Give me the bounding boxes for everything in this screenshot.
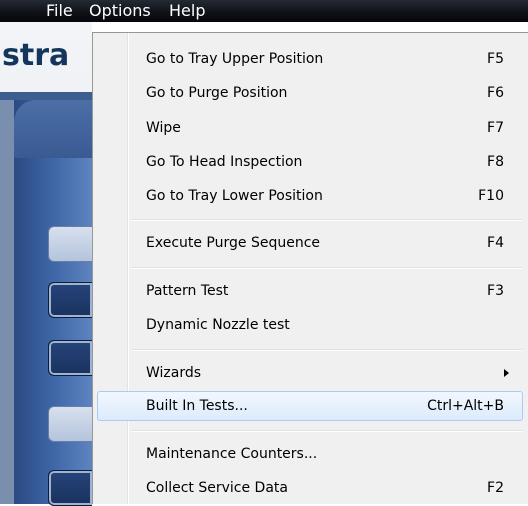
menu-item-shortcut: F5	[487, 51, 504, 67]
menu-item-wizards[interactable]: Wizards	[97, 358, 523, 388]
options-dropdown-menu: Go to Tray Upper Position F5 Go to Purge…	[92, 32, 528, 504]
menu-item-label: Built In Tests...	[146, 398, 248, 414]
menu-item-purge-position[interactable]: Go to Purge Position F6	[97, 78, 523, 108]
menu-item-label: Go To Head Inspection	[146, 154, 303, 170]
menu-item-built-in-tests[interactable]: Built In Tests... Ctrl+Alt+B	[97, 391, 523, 421]
menu-item-shortcut: F2	[487, 480, 504, 496]
menu-item-label: Go to Tray Lower Position	[146, 188, 323, 204]
menu-item-head-inspection[interactable]: Go To Head Inspection F8	[97, 147, 523, 177]
menu-separator	[132, 219, 522, 221]
menu-item-shortcut: Ctrl+Alt+B	[427, 398, 504, 414]
side-button-3[interactable]	[48, 340, 92, 376]
menu-separator	[132, 430, 522, 432]
menu-item-shortcut: F7	[487, 120, 504, 136]
menu-item-pattern-test[interactable]: Pattern Test F3	[97, 276, 523, 306]
menu-options[interactable]: Options	[89, 2, 151, 20]
menu-item-dynamic-nozzle-test[interactable]: Dynamic Nozzle test	[97, 310, 523, 340]
menu-item-execute-purge[interactable]: Execute Purge Sequence F4	[97, 228, 523, 258]
menu-item-shortcut: F6	[487, 85, 504, 101]
menu-help[interactable]: Help	[169, 2, 205, 20]
menu-bar: File Options Help	[0, 0, 528, 22]
menu-item-label: Go to Tray Upper Position	[146, 51, 324, 67]
menu-item-shortcut: F4	[487, 235, 504, 251]
menu-item-shortcut: F10	[478, 188, 504, 204]
menu-item-label: Wipe	[146, 120, 181, 136]
menu-item-label: Collect Service Data	[146, 480, 288, 496]
side-button-2[interactable]	[48, 282, 92, 318]
side-panel-header	[14, 100, 92, 158]
triangle-right-icon	[504, 369, 509, 377]
menu-file[interactable]: File	[46, 2, 73, 20]
side-button-4[interactable]	[48, 406, 92, 442]
menu-item-label: Pattern Test	[146, 283, 229, 299]
menu-item-label: Dynamic Nozzle test	[146, 317, 290, 333]
side-button-5[interactable]	[48, 470, 92, 506]
menu-item-shortcut: F8	[487, 154, 504, 170]
menu-item-label: Go to Purge Position	[146, 85, 288, 101]
menu-item-tray-lower[interactable]: Go to Tray Lower Position F10	[97, 181, 523, 211]
menu-item-shortcut: F3	[487, 283, 504, 299]
menu-item-label: Wizards	[146, 365, 202, 381]
menu-separator	[132, 349, 522, 351]
menu-item-collect-service-data[interactable]: Collect Service Data F2	[97, 473, 523, 503]
menu-item-label: Maintenance Counters...	[146, 446, 318, 462]
side-button-1[interactable]	[48, 226, 92, 262]
app-logo: stra	[2, 38, 70, 73]
menu-separator	[132, 267, 522, 269]
menu-item-maintenance-counters[interactable]: Maintenance Counters...	[97, 439, 523, 469]
menu-item-wipe[interactable]: Wipe F7	[97, 113, 523, 143]
header-divider	[0, 92, 92, 100]
menu-item-label: Execute Purge Sequence	[146, 235, 321, 251]
menu-item-tray-upper[interactable]: Go to Tray Upper Position F5	[97, 44, 523, 74]
